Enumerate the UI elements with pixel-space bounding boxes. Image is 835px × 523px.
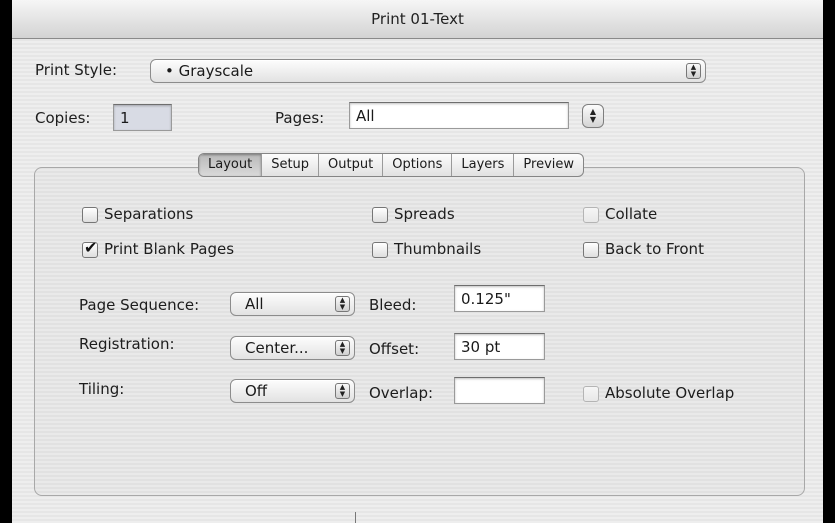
bleed-field[interactable]: [454, 285, 545, 312]
bleed-label: Bleed:: [369, 296, 417, 314]
offset-input[interactable]: [455, 334, 544, 359]
print-dialog: Print 01-Text Print Style: • Grayscale ▲…: [12, 0, 823, 523]
page-sequence-popup[interactable]: All ▲ ▼: [230, 292, 355, 316]
pages-popup-button[interactable]: ▲ ▼: [582, 104, 604, 128]
overlap-input[interactable]: [455, 378, 544, 403]
tab-preview[interactable]: Preview: [513, 154, 583, 176]
tab-bar: Layout Setup Output Options Layers Previ…: [198, 153, 585, 177]
page-sequence-value: All: [245, 295, 264, 313]
print-blank-pages-label: Print Blank Pages: [104, 240, 235, 258]
print-style-popup[interactable]: • Grayscale ▲ ▼: [150, 59, 706, 83]
separations-checkbox[interactable]: [82, 207, 98, 223]
registration-label: Registration:: [79, 335, 175, 353]
copies-label: Copies:: [35, 109, 91, 127]
absolute-overlap-checkbox[interactable]: [583, 386, 599, 402]
page-sequence-label: Page Sequence:: [79, 296, 200, 314]
checkmark-icon: ✔: [84, 238, 98, 257]
registration-popup[interactable]: Center... ▲ ▼: [230, 336, 355, 360]
collate-checkbox[interactable]: [583, 207, 599, 223]
bleed-input[interactable]: [455, 286, 544, 311]
popup-arrows-icon: ▲ ▼: [335, 340, 350, 356]
pages-input[interactable]: [350, 103, 568, 128]
popup-arrows-icon: ▲ ▼: [335, 296, 350, 312]
tiling-value: Off: [245, 382, 268, 400]
copies-field[interactable]: [113, 104, 172, 131]
offset-label: Offset:: [369, 340, 420, 358]
print-blank-pages-checkbox[interactable]: ✔: [82, 238, 98, 258]
popup-arrows-icon: ▲ ▼: [686, 63, 701, 79]
absolute-overlap-label: Absolute Overlap: [605, 384, 735, 402]
separations-label: Separations: [104, 205, 194, 223]
overlap-field[interactable]: [454, 377, 545, 404]
print-style-value: • Grayscale: [165, 62, 254, 80]
divider: [355, 512, 356, 523]
back-to-front-checkbox[interactable]: [583, 242, 599, 258]
tiling-label: Tiling:: [79, 380, 125, 398]
pages-label: Pages:: [275, 109, 325, 127]
spreads-checkbox[interactable]: [372, 207, 388, 223]
registration-value: Center...: [245, 339, 309, 357]
tab-options[interactable]: Options: [382, 154, 451, 176]
popup-arrows-icon: ▲ ▼: [335, 383, 350, 399]
thumbnails-checkbox[interactable]: [372, 242, 388, 258]
tab-output[interactable]: Output: [318, 154, 382, 176]
back-to-front-label: Back to Front: [605, 240, 704, 258]
spreads-label: Spreads: [394, 205, 455, 223]
collate-label: Collate: [605, 205, 658, 223]
thumbnails-label: Thumbnails: [394, 240, 482, 258]
tab-layers[interactable]: Layers: [451, 154, 513, 176]
window-title: Print 01-Text: [12, 0, 823, 39]
tiling-popup[interactable]: Off ▲ ▼: [230, 379, 355, 403]
tab-layout[interactable]: Layout: [199, 154, 262, 176]
pages-field[interactable]: [349, 102, 569, 129]
copies-input[interactable]: [114, 105, 171, 130]
overlap-label: Overlap:: [369, 384, 434, 402]
offset-field[interactable]: [454, 333, 545, 360]
tab-setup[interactable]: Setup: [261, 154, 318, 176]
print-style-label: Print Style:: [35, 61, 118, 79]
